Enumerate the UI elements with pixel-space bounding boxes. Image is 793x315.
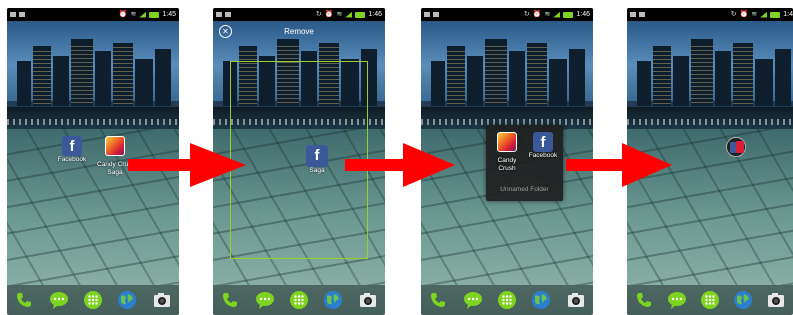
sync-icon: ↻ bbox=[523, 11, 530, 18]
browser-globe-icon[interactable] bbox=[117, 290, 137, 310]
phone-icon[interactable] bbox=[14, 290, 34, 310]
app-drawer-icon[interactable] bbox=[289, 290, 309, 310]
browser-globe-icon[interactable] bbox=[323, 290, 343, 310]
messaging-icon[interactable] bbox=[667, 290, 687, 310]
alarm-icon: ⏰ bbox=[118, 11, 128, 18]
picture-notification-icon bbox=[630, 12, 636, 17]
camera-icon[interactable] bbox=[152, 290, 172, 310]
open-folder-panel: Candy Crush f Facebook Unnamed Folder bbox=[486, 125, 563, 201]
battery-icon bbox=[149, 11, 160, 18]
signal-icon bbox=[760, 11, 768, 18]
signal-icon bbox=[345, 11, 353, 18]
candy-crush-icon bbox=[497, 132, 517, 152]
dock bbox=[421, 285, 593, 315]
dragged-icon-facebook[interactable]: f Saga bbox=[299, 145, 335, 175]
alarm-icon: ⏰ bbox=[324, 11, 334, 18]
candy-crush-icon bbox=[105, 136, 125, 156]
alarm-icon: ⏰ bbox=[739, 11, 749, 18]
messaging-icon[interactable] bbox=[463, 290, 483, 310]
dock bbox=[627, 285, 793, 315]
status-time: 1:46 bbox=[368, 11, 382, 18]
underlying-label: Saga bbox=[309, 167, 325, 174]
facebook-icon: f bbox=[62, 136, 82, 156]
signal-icon bbox=[139, 11, 147, 18]
red-arrow-2 bbox=[345, 143, 455, 187]
app-drawer-icon[interactable] bbox=[497, 290, 517, 310]
folder-item-candy-crush[interactable]: Candy Crush bbox=[491, 132, 523, 173]
app-label: Facebook bbox=[57, 156, 87, 163]
messaging-icon[interactable] bbox=[255, 290, 275, 310]
alarm-icon: ⏰ bbox=[532, 11, 542, 18]
phone-icon[interactable] bbox=[634, 290, 654, 310]
remove-label: Remove bbox=[284, 27, 314, 36]
status-time: 1:45 bbox=[162, 11, 176, 18]
camera-icon[interactable] bbox=[358, 290, 378, 310]
app-label: Facebook bbox=[528, 152, 558, 159]
home-icon-facebook[interactable]: f Facebook bbox=[57, 136, 87, 164]
app-drawer-icon[interactable] bbox=[83, 290, 103, 310]
wifi-icon: ≋ bbox=[130, 11, 137, 18]
notification-icon bbox=[225, 12, 231, 17]
wifi-icon: ≋ bbox=[544, 11, 551, 18]
phone-icon[interactable] bbox=[428, 290, 448, 310]
picture-notification-icon bbox=[10, 12, 16, 17]
sync-icon: ↻ bbox=[730, 11, 737, 18]
browser-globe-icon[interactable] bbox=[733, 290, 753, 310]
facebook-icon: f bbox=[306, 145, 328, 167]
status-time: 1:4 bbox=[783, 11, 793, 18]
remove-drop-target[interactable]: ✕ Remove bbox=[213, 21, 385, 43]
red-arrow-3 bbox=[566, 143, 672, 187]
battery-icon bbox=[770, 11, 781, 18]
signal-icon bbox=[553, 11, 561, 18]
browser-globe-icon[interactable] bbox=[531, 290, 551, 310]
picture-notification-icon bbox=[424, 12, 430, 17]
camera-icon[interactable] bbox=[766, 290, 786, 310]
folder-name[interactable]: Unnamed Folder bbox=[486, 186, 563, 193]
picture-notification-icon bbox=[216, 12, 222, 17]
dock bbox=[7, 285, 179, 315]
wifi-icon: ≋ bbox=[336, 11, 343, 18]
battery-icon bbox=[355, 11, 366, 18]
notification-icon bbox=[433, 12, 439, 17]
status-bar: ⏰ ≋ 1:45 bbox=[7, 8, 179, 21]
notification-icon bbox=[639, 12, 645, 17]
phone-icon[interactable] bbox=[220, 290, 240, 310]
status-bar: ↻ ⏰ ≋ 1:4 bbox=[627, 8, 793, 21]
dock bbox=[213, 285, 385, 315]
battery-icon bbox=[563, 11, 574, 18]
facebook-icon: f bbox=[533, 132, 553, 152]
status-bar: ↻ ⏰ ≋ 1:46 bbox=[421, 8, 593, 21]
app-drawer-icon[interactable] bbox=[700, 290, 720, 310]
notification-icon bbox=[19, 12, 25, 17]
camera-icon[interactable] bbox=[566, 290, 586, 310]
folder-item-facebook[interactable]: f Facebook bbox=[527, 132, 559, 160]
wifi-icon: ≋ bbox=[751, 11, 758, 18]
red-arrow-1 bbox=[128, 143, 246, 187]
app-label-line-1: Candy bbox=[497, 157, 517, 164]
sync-icon: ↻ bbox=[315, 11, 322, 18]
folder-icon[interactable] bbox=[726, 137, 746, 157]
status-bar: ↻ ⏰ ≋ 1:46 bbox=[213, 8, 385, 21]
app-label-line-2: Crush bbox=[498, 165, 516, 172]
status-time: 1:46 bbox=[576, 11, 590, 18]
messaging-icon[interactable] bbox=[49, 290, 69, 310]
